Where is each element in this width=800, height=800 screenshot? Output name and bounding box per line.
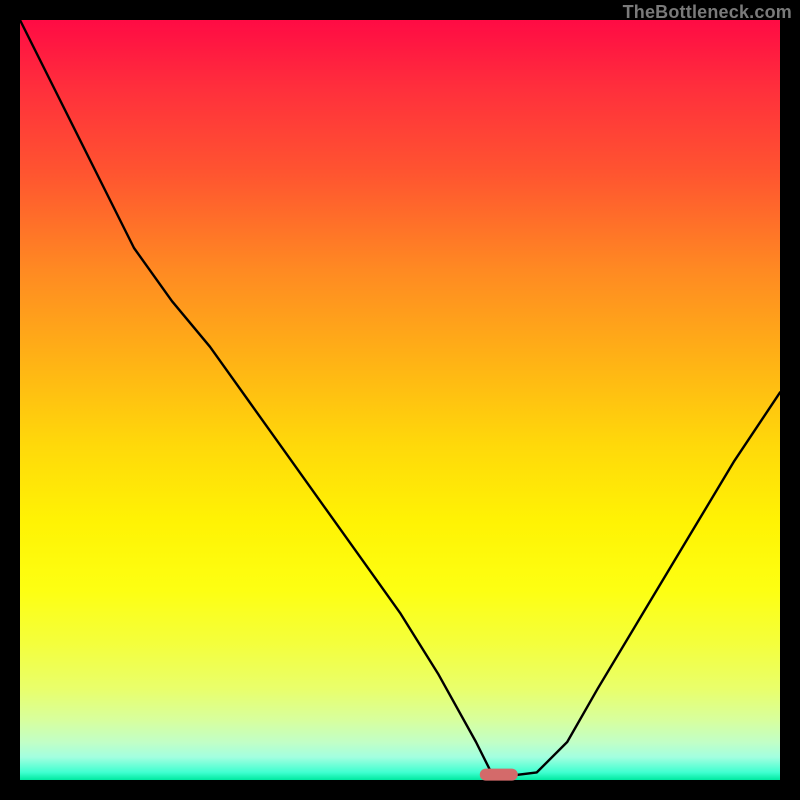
plot-svg — [20, 20, 780, 780]
bottleneck-marker — [480, 769, 518, 781]
chart-container: TheBottleneck.com — [0, 0, 800, 800]
plot-area — [20, 20, 780, 780]
curve-line — [20, 20, 780, 776]
